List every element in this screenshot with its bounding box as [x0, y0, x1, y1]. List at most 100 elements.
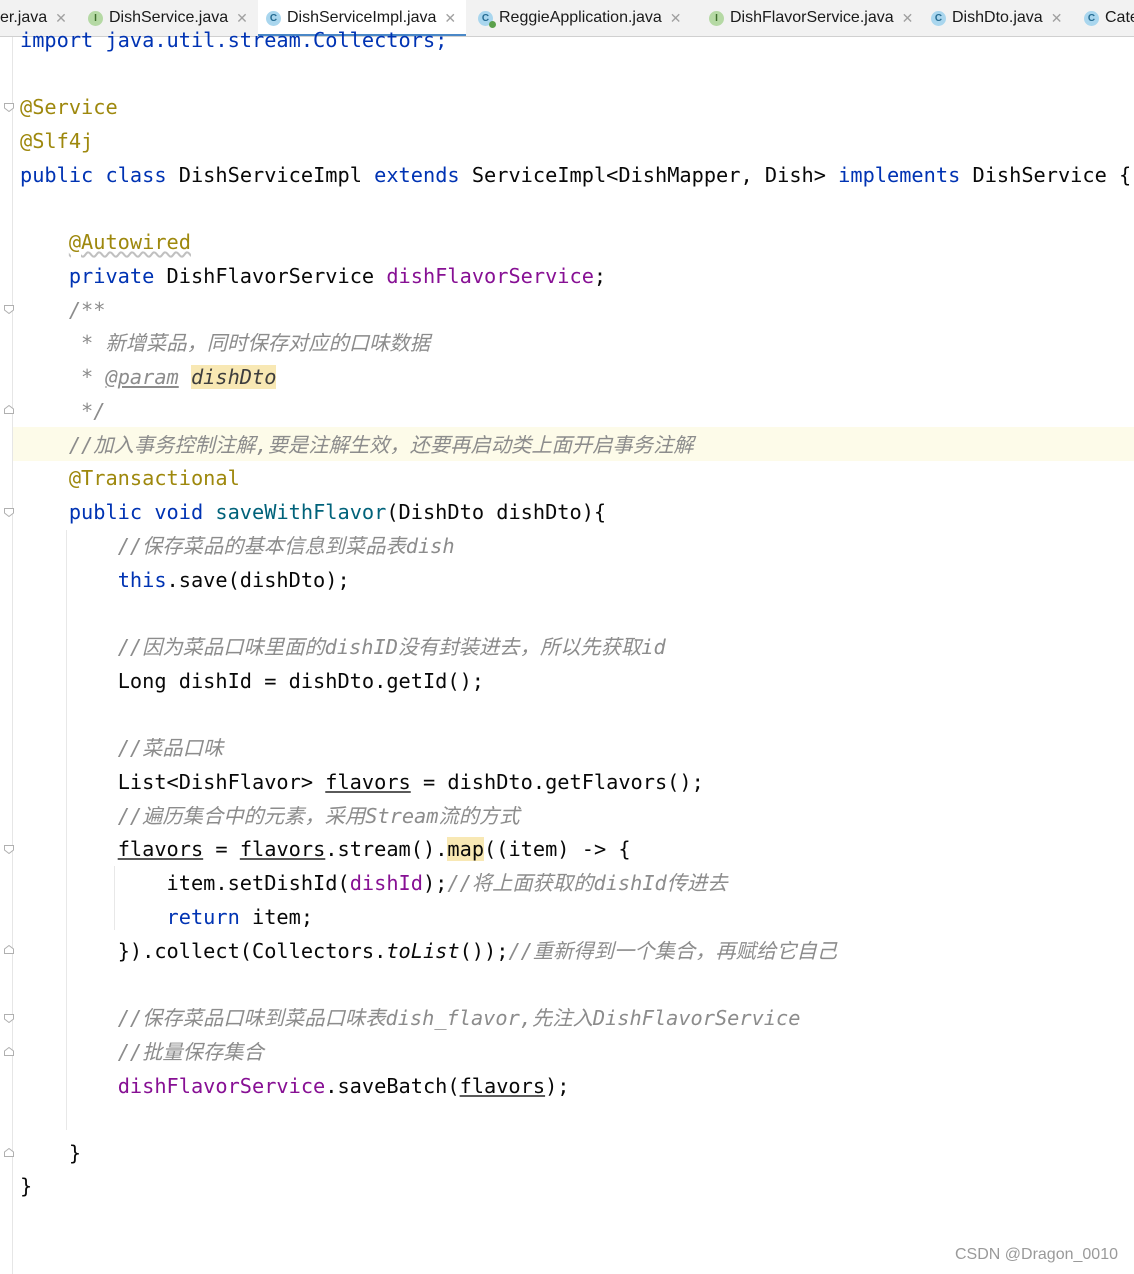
import-statement: import java.util.stream.Collectors; [20, 28, 448, 52]
code-line-close-class: } [20, 1169, 32, 1203]
javadoc-param-name: dishDto [190, 365, 277, 389]
tab-label: DishFlavorService.java [730, 9, 894, 26]
statement: item; [239, 905, 314, 929]
fold-end-icon[interactable] [4, 1047, 14, 1056]
tab-label: Cate [1105, 9, 1134, 26]
fold-end-icon[interactable] [4, 1148, 14, 1157]
code-line-list-flavors: List<DishFlavor> flavors = dishDto.getFl… [20, 765, 704, 799]
type-name: List<DishFlavor> [117, 770, 326, 794]
code-line-field: private DishFlavorService dishFlavorServ… [20, 259, 606, 293]
autowired-annotation: @Autowired [68, 230, 191, 254]
slf4j-annotation: @Slf4j [20, 129, 94, 153]
method-call: .saveBatch( [325, 1074, 460, 1098]
keyword: public [20, 163, 94, 187]
map-method: map [447, 837, 485, 861]
fold-end-icon[interactable] [4, 405, 14, 414]
statement: Long dishId = dishDto.getId(); [117, 669, 484, 693]
field-name: dishFlavorService [117, 1074, 326, 1098]
code-line-service-annotation: @Service [20, 90, 118, 124]
fold-start-icon[interactable] [4, 305, 14, 314]
code-line-comment-transaction: //加入事务控制注解,要是注解生效，还要再启动类上面开启事务注解 [20, 428, 694, 462]
code-line-collect: }).collect(Collectors.toList());//重新得到一个… [20, 934, 837, 968]
code-line-long-dishid: Long dishId = dishDto.getId(); [20, 664, 484, 698]
punctuation: ()); [459, 939, 509, 963]
punctuation: ); [422, 871, 448, 895]
type-name: ServiceImpl<DishMapper, Dish> [471, 163, 826, 187]
class-icon: C [931, 10, 946, 26]
code-line-import: import java.util.stream.Collectors; [20, 23, 447, 57]
code-line-setdishid: item.setDishId(dishId);//将上面获取的dishId传进去 [20, 866, 728, 900]
code-line-doc-open: /** [20, 293, 106, 327]
code-line-class-declaration: public class DishServiceImpl extends Ser… [20, 158, 1131, 192]
keyword: void [154, 500, 204, 524]
type-name: DishFlavorService [166, 264, 375, 288]
variable-flavors: flavors [239, 837, 326, 861]
tab-cate[interactable]: C Cate [1084, 0, 1134, 36]
code-line-comment-batch2: //批量保存集合 [20, 1035, 264, 1069]
tab-reggieapplication-java[interactable]: C ReggieApplication.java ✕ [478, 0, 682, 36]
code-line-comment-stream: //遍历集合中的元素，采用Stream流的方式 [20, 799, 520, 833]
line-comment: //菜品口味 [117, 736, 224, 760]
static-method: toList [386, 939, 460, 963]
class-name: DishServiceImpl [178, 163, 362, 187]
code-line-this-save: this.save(dishDto); [20, 563, 350, 597]
lambda-start: ((item) -> { [484, 837, 631, 861]
fold-start-icon[interactable] [4, 845, 14, 854]
keyword: return [166, 905, 240, 929]
javadoc-comment: /** [68, 298, 106, 322]
fold-start-icon[interactable] [4, 103, 14, 112]
keyword: private [68, 264, 155, 288]
fold-start-icon[interactable] [4, 1014, 14, 1023]
code-line-comment-flavor: //菜品口味 [20, 731, 224, 765]
line-comment: //重新得到一个集合，再赋给它自己 [508, 939, 838, 963]
closing-brace: } [20, 1174, 33, 1198]
captured-variable: dishId [349, 871, 423, 895]
gutter-divider [12, 37, 13, 1274]
javadoc-comment: * 新增菜品，同时保存对应的口味数据 [68, 331, 430, 355]
code-line-close-method: } [20, 1136, 81, 1170]
fold-end-icon[interactable] [4, 945, 14, 954]
code-line-savebatch: dishFlavorService.saveBatch(flavors); [20, 1069, 570, 1103]
code-line-transactional: @Transactional [20, 461, 240, 495]
tab-label: ReggieApplication.java [499, 9, 662, 26]
method-params: (DishDto dishDto){ [386, 500, 607, 524]
interface-icon: I [709, 10, 724, 26]
javadoc-comment: * [68, 365, 106, 389]
method-call: .stream(). [325, 837, 448, 861]
line-comment: //因为菜品口味里面的dishID没有封装进去，所以先获取id [117, 635, 666, 659]
code-line-autowired: @Autowired [20, 225, 191, 259]
code-editor[interactable]: import java.util.stream.Collectors; @Ser… [20, 0, 1131, 1198]
keyword: this [117, 568, 167, 592]
tab-dishdto-java[interactable]: C DishDto.java ✕ [931, 0, 1062, 36]
close-icon[interactable]: ✕ [902, 10, 914, 27]
method-call: .save(dishDto); [166, 568, 350, 592]
class-icon: C [1084, 10, 1099, 26]
watermark: CSDN @Dragon_0010 [955, 1246, 1118, 1263]
service-annotation: @Service [20, 95, 118, 119]
statement: = dishDto.getFlavors(); [410, 770, 704, 794]
code-line-stream: flavors = flavors.stream().map((item) ->… [20, 832, 631, 866]
tab-dishflavorservice-java[interactable]: I DishFlavorService.java ✕ [709, 0, 913, 36]
code-line-comment-batch1: //保存菜品口味到菜品口味表dish_flavor,先注入DishFlavorS… [20, 1001, 801, 1035]
method-call: }).collect(Collectors. [117, 939, 387, 963]
variable-flavors: flavors [459, 1074, 546, 1098]
variable-flavors: flavors [325, 770, 411, 794]
code-line-doc-desc: * 新增菜品，同时保存对应的口味数据 [20, 326, 430, 360]
keyword: class [105, 163, 167, 187]
fold-start-icon[interactable] [4, 508, 14, 517]
javadoc-tag: @param [105, 365, 179, 389]
code-line-slf4j-annotation: @Slf4j [20, 124, 93, 158]
tab-label: DishDto.java [952, 9, 1043, 26]
keyword: extends [374, 163, 460, 187]
method-call: item.setDishId( [166, 871, 350, 895]
line-comment: //遍历集合中的元素，采用Stream流的方式 [117, 804, 520, 828]
line-comment: //将上面获取的dishId传进去 [447, 871, 728, 895]
close-icon[interactable]: ✕ [670, 10, 682, 27]
code-line-doc-param: * @param dishDto [20, 360, 277, 394]
line-comment: //保存菜品的基本信息到菜品表dish [117, 534, 455, 558]
close-icon[interactable]: ✕ [1051, 10, 1063, 27]
punctuation: ; [593, 264, 607, 288]
code-line-return: return item; [20, 900, 314, 934]
javadoc-comment: */ [68, 399, 106, 423]
code-line-doc-close: */ [20, 394, 105, 428]
